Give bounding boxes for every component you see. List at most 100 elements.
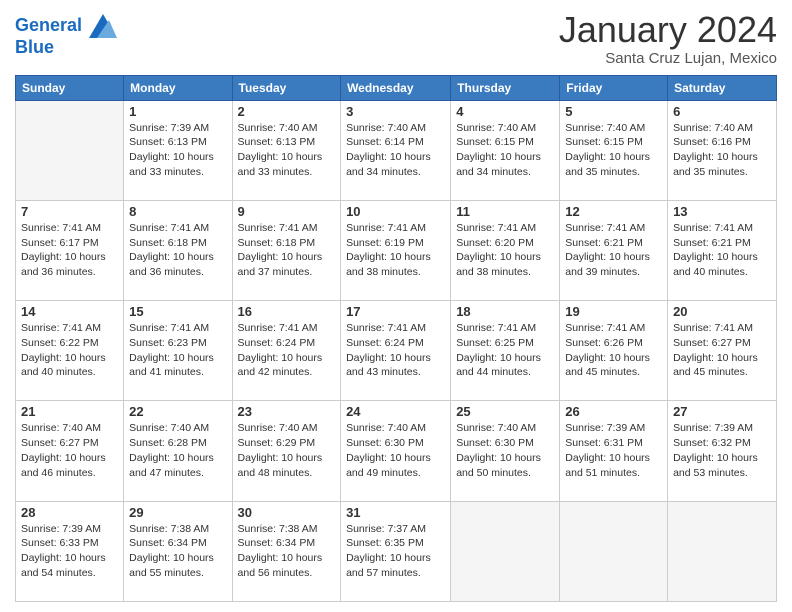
day-number: 4 xyxy=(456,104,554,119)
logo-blue: Blue xyxy=(15,38,117,58)
day-info: Sunrise: 7:40 AMSunset: 6:29 PMDaylight:… xyxy=(238,421,336,480)
day-number: 17 xyxy=(346,304,445,319)
calendar-cell xyxy=(668,501,777,601)
calendar-week-row-2: 14Sunrise: 7:41 AMSunset: 6:22 PMDayligh… xyxy=(16,301,777,401)
day-info: Sunrise: 7:41 AMSunset: 6:21 PMDaylight:… xyxy=(673,221,771,280)
day-info: Sunrise: 7:41 AMSunset: 6:21 PMDaylight:… xyxy=(565,221,662,280)
calendar-cell: 19Sunrise: 7:41 AMSunset: 6:26 PMDayligh… xyxy=(560,301,668,401)
calendar-cell: 13 Sunrise: 7:41 AMSunset: 6:21 PMDayligh… xyxy=(668,200,777,300)
day-number: 11 xyxy=(456,204,554,219)
day-info: Sunrise: 7:41 AMSunset: 6:27 PMDaylight:… xyxy=(673,321,771,380)
day-info: Sunrise: 7:41 AMSunset: 6:24 PMDaylight:… xyxy=(346,321,445,380)
calendar-cell: 23 Sunrise: 7:40 AMSunset: 6:29 PMDayligh… xyxy=(232,401,341,501)
calendar-cell: 3 Sunrise: 7:40 AMSunset: 6:14 PMDaylight… xyxy=(341,100,451,200)
calendar-header-row: Sunday Monday Tuesday Wednesday Thursday… xyxy=(16,75,777,100)
calendar-cell: 5 Sunrise: 7:40 AMSunset: 6:15 PMDaylight… xyxy=(560,100,668,200)
calendar-cell: 17 Sunrise: 7:41 AMSunset: 6:24 PMDayligh… xyxy=(341,301,451,401)
day-number: 13 xyxy=(673,204,771,219)
calendar-cell: 25Sunrise: 7:40 AMSunset: 6:30 PMDayligh… xyxy=(451,401,560,501)
day-info: Sunrise: 7:38 AMSunset: 6:34 PMDaylight:… xyxy=(129,522,226,581)
day-number: 16 xyxy=(238,304,336,319)
day-info: Sunrise: 7:37 AMSunset: 6:35 PMDaylight:… xyxy=(346,522,445,581)
day-number: 30 xyxy=(238,505,336,520)
calendar-cell: 14Sunrise: 7:41 AMSunset: 6:22 PMDayligh… xyxy=(16,301,124,401)
calendar-week-row-1: 7 Sunrise: 7:41 AMSunset: 6:17 PMDaylight… xyxy=(16,200,777,300)
day-number: 20 xyxy=(673,304,771,319)
calendar-cell: 26Sunrise: 7:39 AMSunset: 6:31 PMDayligh… xyxy=(560,401,668,501)
day-info: Sunrise: 7:41 AMSunset: 6:25 PMDaylight:… xyxy=(456,321,554,380)
day-number: 5 xyxy=(565,104,662,119)
day-number: 15 xyxy=(129,304,226,319)
calendar-cell: 27 Sunrise: 7:39 AMSunset: 6:32 PMDayligh… xyxy=(668,401,777,501)
day-number: 23 xyxy=(238,404,336,419)
day-number: 18 xyxy=(456,304,554,319)
day-info: Sunrise: 7:41 AMSunset: 6:23 PMDaylight:… xyxy=(129,321,226,380)
col-thursday: Thursday xyxy=(451,75,560,100)
calendar-cell: 9Sunrise: 7:41 AMSunset: 6:18 PMDaylight… xyxy=(232,200,341,300)
day-info: Sunrise: 7:39 AMSunset: 6:31 PMDaylight:… xyxy=(565,421,662,480)
col-friday: Friday xyxy=(560,75,668,100)
calendar-cell: 7 Sunrise: 7:41 AMSunset: 6:17 PMDaylight… xyxy=(16,200,124,300)
title-area: January 2024 Santa Cruz Lujan, Mexico xyxy=(559,10,777,67)
calendar-week-row-3: 21 Sunrise: 7:40 AMSunset: 6:27 PMDayligh… xyxy=(16,401,777,501)
day-info: Sunrise: 7:41 AMSunset: 6:24 PMDaylight:… xyxy=(238,321,336,380)
calendar-cell: 15 Sunrise: 7:41 AMSunset: 6:23 PMDayligh… xyxy=(124,301,232,401)
day-number: 21 xyxy=(21,404,118,419)
day-number: 27 xyxy=(673,404,771,419)
day-info: Sunrise: 7:39 AMSunset: 6:32 PMDaylight:… xyxy=(673,421,771,480)
calendar-cell xyxy=(451,501,560,601)
day-info: Sunrise: 7:39 AMSunset: 6:33 PMDaylight:… xyxy=(21,522,118,581)
page: General Blue January 2024 Santa Cruz Luj… xyxy=(0,0,792,612)
calendar-cell xyxy=(560,501,668,601)
day-info: Sunrise: 7:40 AMSunset: 6:16 PMDaylight:… xyxy=(673,121,771,180)
day-number: 6 xyxy=(673,104,771,119)
day-number: 7 xyxy=(21,204,118,219)
day-number: 19 xyxy=(565,304,662,319)
calendar-cell: 6 Sunrise: 7:40 AMSunset: 6:16 PMDaylight… xyxy=(668,100,777,200)
calendar-cell: 10Sunrise: 7:41 AMSunset: 6:19 PMDayligh… xyxy=(341,200,451,300)
day-number: 10 xyxy=(346,204,445,219)
calendar-cell: 4 Sunrise: 7:40 AMSunset: 6:15 PMDaylight… xyxy=(451,100,560,200)
calendar-cell: 18 Sunrise: 7:41 AMSunset: 6:25 PMDayligh… xyxy=(451,301,560,401)
day-info: Sunrise: 7:40 AMSunset: 6:15 PMDaylight:… xyxy=(456,121,554,180)
calendar-table: Sunday Monday Tuesday Wednesday Thursday… xyxy=(15,75,777,602)
calendar-week-row-0: 1 Sunrise: 7:39 AMSunset: 6:13 PMDaylight… xyxy=(16,100,777,200)
calendar-cell: 1 Sunrise: 7:39 AMSunset: 6:13 PMDaylight… xyxy=(124,100,232,200)
day-info: Sunrise: 7:41 AMSunset: 6:20 PMDaylight:… xyxy=(456,221,554,280)
calendar-cell: 16 Sunrise: 7:41 AMSunset: 6:24 PMDayligh… xyxy=(232,301,341,401)
day-number: 25 xyxy=(456,404,554,419)
day-info: Sunrise: 7:40 AMSunset: 6:14 PMDaylight:… xyxy=(346,121,445,180)
col-saturday: Saturday xyxy=(668,75,777,100)
day-info: Sunrise: 7:41 AMSunset: 6:18 PMDaylight:… xyxy=(129,221,226,280)
logo: General Blue xyxy=(15,14,117,58)
calendar-cell: 24Sunrise: 7:40 AMSunset: 6:30 PMDayligh… xyxy=(341,401,451,501)
calendar-cell: 21 Sunrise: 7:40 AMSunset: 6:27 PMDayligh… xyxy=(16,401,124,501)
day-info: Sunrise: 7:40 AMSunset: 6:13 PMDaylight:… xyxy=(238,121,336,180)
calendar-cell: 22Sunrise: 7:40 AMSunset: 6:28 PMDayligh… xyxy=(124,401,232,501)
day-number: 3 xyxy=(346,104,445,119)
day-info: Sunrise: 7:38 AMSunset: 6:34 PMDaylight:… xyxy=(238,522,336,581)
day-number: 1 xyxy=(129,104,226,119)
col-sunday: Sunday xyxy=(16,75,124,100)
day-info: Sunrise: 7:39 AMSunset: 6:13 PMDaylight:… xyxy=(129,121,226,180)
day-number: 24 xyxy=(346,404,445,419)
day-number: 22 xyxy=(129,404,226,419)
calendar-cell: 12 Sunrise: 7:41 AMSunset: 6:21 PMDayligh… xyxy=(560,200,668,300)
day-number: 14 xyxy=(21,304,118,319)
calendar-cell: 2Sunrise: 7:40 AMSunset: 6:13 PMDaylight… xyxy=(232,100,341,200)
day-number: 12 xyxy=(565,204,662,219)
day-info: Sunrise: 7:40 AMSunset: 6:27 PMDaylight:… xyxy=(21,421,118,480)
col-monday: Monday xyxy=(124,75,232,100)
day-number: 31 xyxy=(346,505,445,520)
logo-general: General xyxy=(15,15,82,35)
logo-text: General Blue xyxy=(15,14,117,58)
logo-icon xyxy=(89,14,117,38)
day-info: Sunrise: 7:41 AMSunset: 6:18 PMDaylight:… xyxy=(238,221,336,280)
calendar-cell: 29Sunrise: 7:38 AMSunset: 6:34 PMDayligh… xyxy=(124,501,232,601)
day-info: Sunrise: 7:41 AMSunset: 6:17 PMDaylight:… xyxy=(21,221,118,280)
calendar-week-row-4: 28Sunrise: 7:39 AMSunset: 6:33 PMDayligh… xyxy=(16,501,777,601)
col-wednesday: Wednesday xyxy=(341,75,451,100)
calendar-cell: 30 Sunrise: 7:38 AMSunset: 6:34 PMDayligh… xyxy=(232,501,341,601)
calendar-cell: 31 Sunrise: 7:37 AMSunset: 6:35 PMDayligh… xyxy=(341,501,451,601)
day-info: Sunrise: 7:40 AMSunset: 6:15 PMDaylight:… xyxy=(565,121,662,180)
